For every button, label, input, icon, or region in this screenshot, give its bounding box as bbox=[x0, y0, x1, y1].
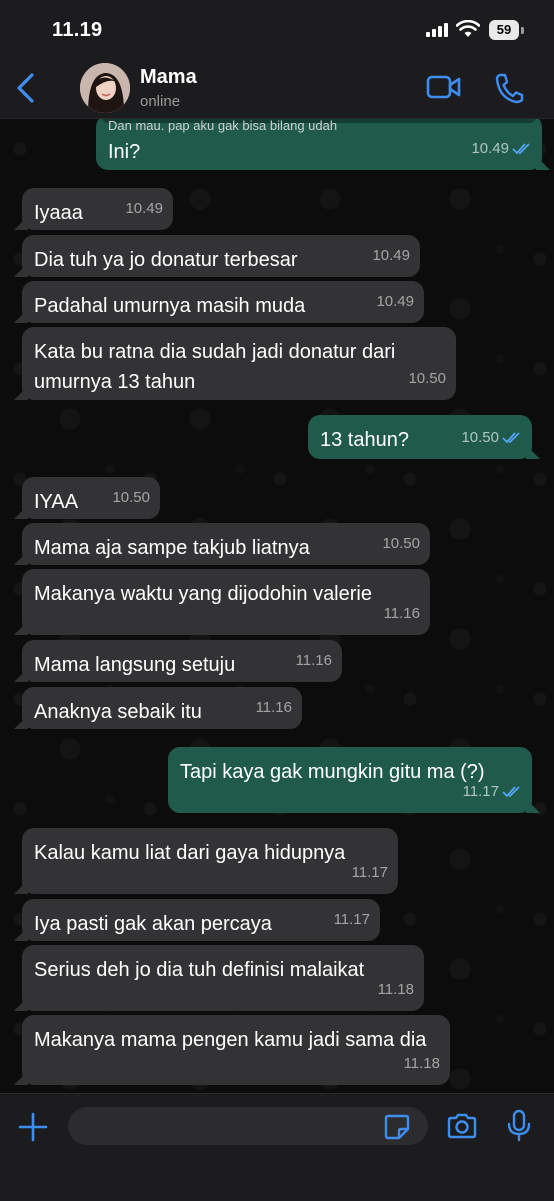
quoted-message-text: Dan mau. pap aku gak bisa bilang udah bbox=[108, 119, 338, 133]
chat-header: Mama online bbox=[0, 58, 554, 119]
message-time: 10.50 bbox=[382, 535, 420, 552]
message-bubble[interactable]: Mama langsung setuju 11.16 bbox=[14, 640, 342, 682]
message-bubble[interactable]: Iyaaa 10.49 bbox=[14, 188, 173, 230]
avatar-image bbox=[80, 63, 130, 113]
message-time: 10.49 bbox=[125, 200, 163, 217]
status-time: 11.19 bbox=[52, 19, 103, 41]
message-time: 11.16 bbox=[295, 652, 332, 669]
message-text: Kalau kamu liat dari gaya hidupnya bbox=[34, 842, 346, 864]
message-time: 11.17 bbox=[333, 911, 370, 928]
message-text: Serius deh jo dia tuh definisi malaikat bbox=[34, 959, 365, 981]
double-check-icon bbox=[502, 786, 520, 798]
battery-tip bbox=[521, 27, 524, 34]
wifi-icon bbox=[456, 20, 480, 37]
message-time: 11.17 bbox=[351, 864, 388, 881]
camera-icon[interactable] bbox=[446, 1112, 478, 1140]
cellular-signal-icon bbox=[426, 23, 448, 37]
message-time: 11.16 bbox=[383, 605, 420, 622]
message-time: 11.16 bbox=[255, 699, 292, 716]
message-list[interactable]: Dan mau. pap aku gak bisa bilang udah In… bbox=[0, 119, 554, 1093]
battery-indicator: 59 bbox=[489, 20, 519, 40]
contact-status: online bbox=[140, 93, 181, 110]
message-meta: 11.17 bbox=[463, 777, 522, 807]
message-text: Mama langsung setuju bbox=[34, 654, 236, 676]
status-bar: 11.19 59 bbox=[0, 0, 554, 58]
message-time: 11.17 bbox=[462, 783, 499, 800]
message-time: 10.50 bbox=[112, 489, 150, 506]
message-bubble[interactable]: Makanya waktu yang dijodohin valerie 11.… bbox=[14, 569, 430, 635]
message-bubble[interactable]: 13 tahun? 10.50 bbox=[308, 415, 540, 459]
message-text: Iya pasti gak akan percaya bbox=[34, 913, 272, 935]
message-text: Makanya waktu yang dijodohin valerie bbox=[34, 583, 372, 605]
message-composer bbox=[0, 1093, 554, 1201]
message-text: 13 tahun? bbox=[320, 429, 409, 451]
message-meta: 10.49 bbox=[471, 134, 532, 164]
message-time: 11.18 bbox=[403, 1055, 440, 1072]
message-time: 10.49 bbox=[372, 247, 410, 264]
message-bubble[interactable]: Kata bu ratna dia sudah jadi donatur dar… bbox=[14, 327, 456, 400]
message-text: Iyaaa bbox=[34, 202, 83, 224]
double-check-icon bbox=[502, 432, 520, 444]
sticker-icon[interactable] bbox=[384, 1114, 410, 1140]
message-bubble[interactable]: Dan mau. pap aku gak bisa bilang udah In… bbox=[96, 119, 550, 170]
contact-name[interactable]: Mama bbox=[140, 66, 197, 89]
message-bubble[interactable]: Kalau kamu liat dari gaya hidupnya 11.17 bbox=[14, 828, 398, 894]
message-text: IYAA bbox=[34, 491, 79, 513]
message-bubble[interactable]: Padahal umurnya masih muda 10.49 bbox=[14, 281, 424, 323]
double-check-icon bbox=[512, 143, 530, 155]
message-text: Padahal umurnya masih muda bbox=[34, 295, 306, 317]
chevron-left-icon[interactable] bbox=[14, 72, 40, 104]
message-bubble[interactable]: Mama aja sampe takjub liatnya 10.50 bbox=[14, 523, 430, 565]
message-text: Tapi kaya gak mungkin gitu ma (?) bbox=[180, 761, 485, 783]
message-time: 11.18 bbox=[377, 981, 414, 998]
plus-icon[interactable] bbox=[18, 1112, 48, 1142]
message-text: Dia tuh ya jo donatur terbesar bbox=[34, 249, 298, 271]
message-time: 10.49 bbox=[471, 140, 509, 157]
message-time: 10.49 bbox=[376, 293, 414, 310]
microphone-icon[interactable] bbox=[506, 1109, 532, 1143]
message-bubble[interactable]: Anaknya sebaik itu 11.16 bbox=[14, 687, 302, 729]
message-input[interactable] bbox=[68, 1107, 428, 1145]
phone-icon[interactable] bbox=[494, 72, 524, 104]
message-text: Kata bu ratna dia sudah jadi donatur dar… bbox=[34, 341, 396, 393]
message-bubble[interactable]: Iya pasti gak akan percaya 11.17 bbox=[14, 899, 380, 941]
avatar[interactable] bbox=[80, 63, 130, 113]
message-bubble[interactable]: Dia tuh ya jo donatur terbesar 10.49 bbox=[14, 235, 420, 277]
message-text: Mama aja sampe takjub liatnya bbox=[34, 537, 310, 559]
message-bubble[interactable]: Serius deh jo dia tuh definisi malaikat … bbox=[14, 945, 424, 1011]
message-bubble[interactable]: Tapi kaya gak mungkin gitu ma (?) 11.17 bbox=[168, 747, 540, 813]
message-text: Makanya mama pengen kamu jadi sama dia bbox=[34, 1029, 427, 1051]
message-time: 10.50 bbox=[461, 429, 499, 446]
message-text: Anaknya sebaik itu bbox=[34, 701, 202, 723]
message-text: Ini? bbox=[108, 141, 141, 163]
message-meta: 10.50 bbox=[461, 423, 522, 453]
video-camera-icon[interactable] bbox=[426, 74, 462, 100]
message-bubble[interactable]: IYAA 10.50 bbox=[14, 477, 160, 519]
message-time: 10.50 bbox=[408, 370, 446, 387]
message-bubble[interactable]: Makanya mama pengen kamu jadi sama dia 1… bbox=[14, 1015, 450, 1085]
